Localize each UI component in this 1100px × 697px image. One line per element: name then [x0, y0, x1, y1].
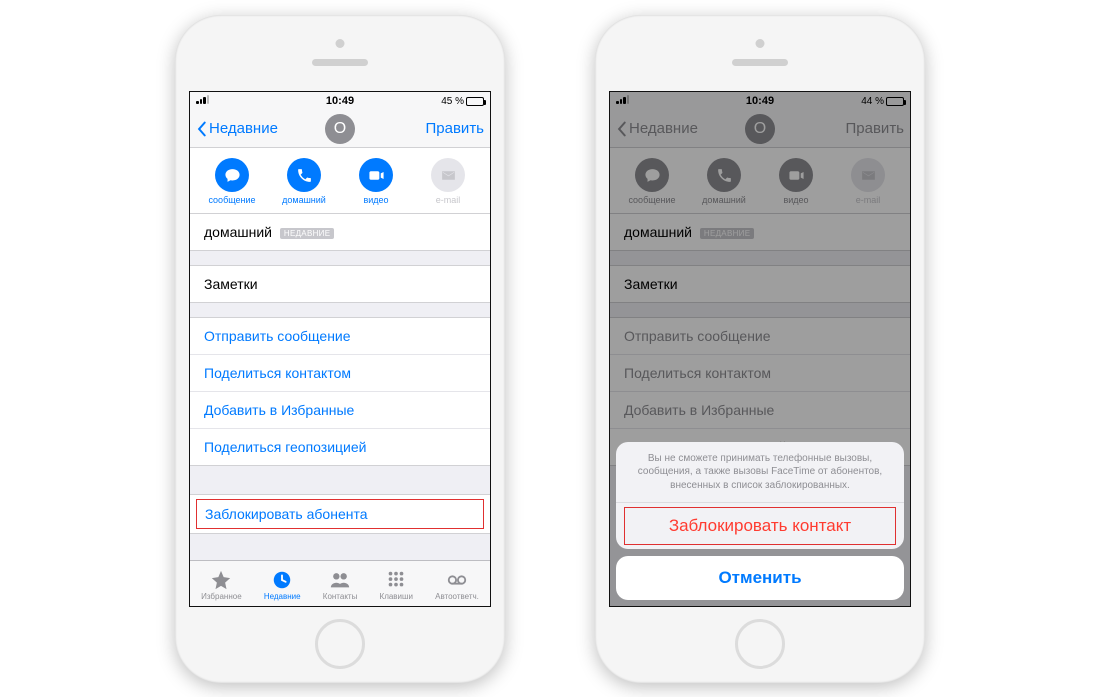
phone-icon — [296, 167, 313, 184]
screen-right: 10:49 44 % Недавние О Править сообщение … — [609, 91, 911, 607]
contacts-icon — [329, 569, 351, 591]
home-button[interactable] — [315, 619, 365, 669]
iphone-right: 10:49 44 % Недавние О Править сообщение … — [595, 15, 925, 683]
action-message-label: сообщение — [201, 195, 263, 205]
sheet-block-button[interactable]: Заблокировать контакт — [625, 514, 895, 538]
notes-section: Заметки — [190, 265, 490, 303]
action-video-label: видео — [345, 195, 407, 205]
home-button[interactable] — [735, 619, 785, 669]
voicemail-icon — [446, 569, 468, 591]
camera-dot — [336, 39, 345, 48]
tab-voicemail[interactable]: Автоответч. — [435, 569, 479, 601]
chevron-left-icon — [196, 121, 207, 137]
tab-favorites[interactable]: Избранное — [201, 569, 242, 601]
battery-indicator: 45 % — [441, 96, 484, 107]
clock-icon — [271, 569, 293, 591]
video-icon — [368, 167, 385, 184]
action-call[interactable]: домашний — [273, 158, 335, 205]
edit-button[interactable]: Править — [426, 120, 485, 137]
highlight-box: Заблокировать контакт — [624, 507, 896, 545]
link-send-message[interactable]: Отправить сообщение — [190, 318, 490, 355]
tab-keypad[interactable]: Клавиши — [380, 569, 413, 601]
action-email: e-mail — [417, 158, 479, 205]
camera-dot — [756, 39, 765, 48]
star-icon — [210, 569, 232, 591]
message-icon — [224, 167, 241, 184]
screen-left: 10:49 45 % Недавние О Править сообщение … — [189, 91, 491, 607]
contact-avatar: О — [325, 114, 355, 144]
action-sheet: Вы не сможете принимать телефонные вызов… — [616, 442, 904, 601]
block-section: Заблокировать абонента — [190, 494, 490, 534]
phone-section: домашний НЕДАВНИЕ — [190, 214, 490, 251]
status-time: 10:49 — [326, 95, 354, 107]
tab-recents[interactable]: Недавние — [264, 569, 301, 601]
action-video[interactable]: видео — [345, 158, 407, 205]
notes-row[interactable]: Заметки — [190, 266, 490, 302]
keypad-icon — [385, 569, 407, 591]
status-bar: 10:49 45 % — [190, 92, 490, 110]
link-share-contact[interactable]: Поделиться контактом — [190, 355, 490, 392]
nav-header: Недавние О Править — [190, 110, 490, 148]
link-block-contact[interactable]: Заблокировать абонента — [205, 506, 368, 522]
phone-home-row[interactable]: домашний НЕДАВНИЕ — [190, 214, 490, 250]
tab-contacts[interactable]: Контакты — [323, 569, 358, 601]
link-share-location[interactable]: Поделиться геопозицией — [190, 429, 490, 465]
battery-percent: 45 % — [441, 96, 464, 107]
action-call-label: домашний — [273, 195, 335, 205]
signal-icon — [196, 95, 212, 107]
contact-actions-row: сообщение домашний видео e-mail — [190, 148, 490, 214]
links-section: Отправить сообщение Поделиться контактом… — [190, 317, 490, 466]
speaker-slot — [312, 59, 368, 66]
phone-home-label: домашний — [204, 224, 272, 240]
mail-icon — [440, 167, 457, 184]
back-button[interactable]: Недавние — [196, 120, 278, 137]
sheet-cancel-button[interactable]: Отменить — [616, 556, 904, 600]
highlight-box: Заблокировать абонента — [196, 499, 484, 529]
sheet-message: Вы не сможете принимать телефонные вызов… — [616, 442, 904, 504]
back-label: Недавние — [209, 120, 278, 137]
sheet-main-group: Вы не сможете принимать телефонные вызов… — [616, 442, 904, 550]
action-message[interactable]: сообщение — [201, 158, 263, 205]
action-email-label: e-mail — [417, 195, 479, 205]
tab-bar: Избранное Недавние Контакты Клавиши Авто… — [190, 560, 490, 606]
link-add-favorite[interactable]: Добавить в Избранные — [190, 392, 490, 429]
recent-tag: НЕДАВНИЕ — [280, 228, 334, 239]
speaker-slot — [732, 59, 788, 66]
iphone-left: 10:49 45 % Недавние О Править сообщение … — [175, 15, 505, 683]
